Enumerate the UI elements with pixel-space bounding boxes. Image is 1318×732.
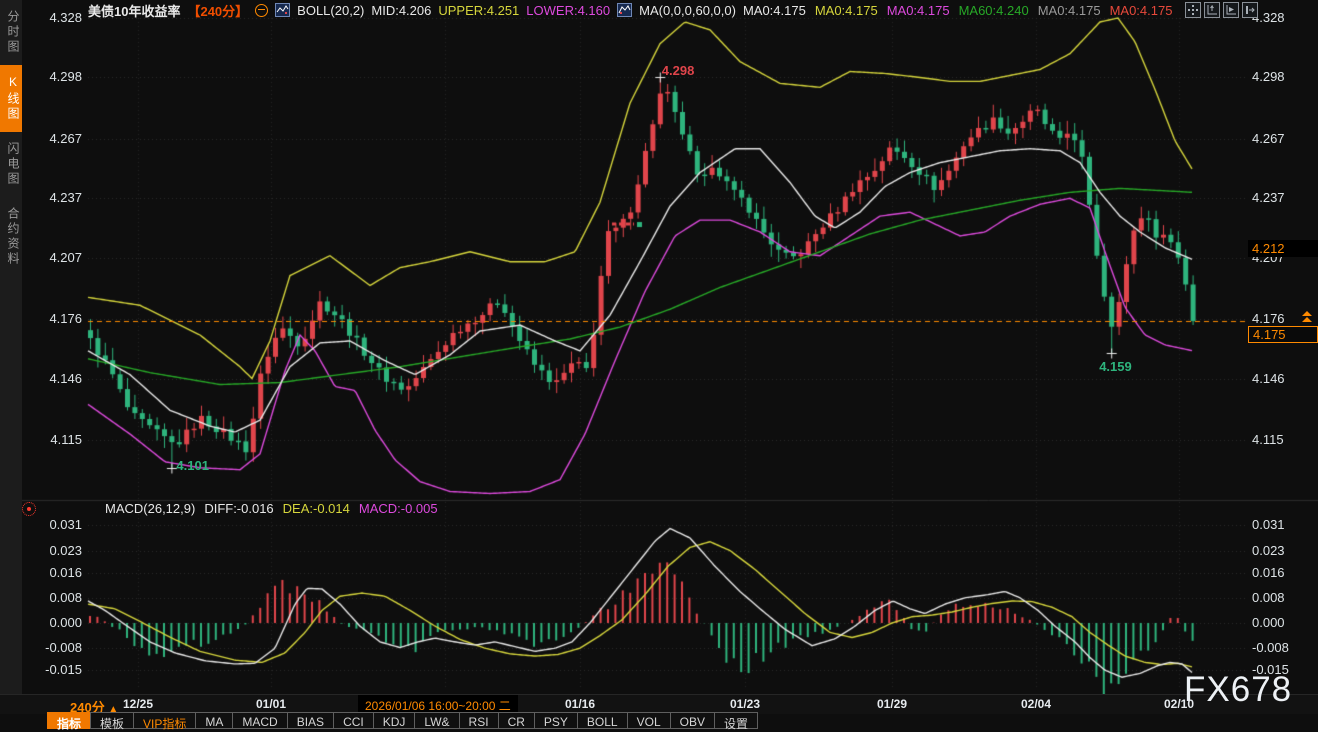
toolbar-item-MA[interactable]: MA: [195, 712, 233, 729]
date-tick: 01/23: [730, 697, 760, 711]
ma-chart-thumb-icon[interactable]: [617, 3, 632, 17]
price-tick-right: 4.237: [1252, 190, 1285, 205]
sidebar: 分时图K线图闪电图合约资料: [0, 0, 22, 694]
toolbar-item-PSY[interactable]: PSY: [534, 712, 578, 729]
boll-mid-value: MID:4.206: [371, 3, 431, 18]
toolbar-item-VOL[interactable]: VOL: [627, 712, 671, 729]
sidebar-item-2[interactable]: 闪电图: [0, 132, 22, 197]
price-tick-right: 4.146: [1252, 371, 1285, 386]
cursor-price-tag: 4.212: [1248, 240, 1318, 257]
boll-lower-value: LOWER:4.160: [526, 3, 610, 18]
swing-low-annotation: 4.159: [1099, 359, 1132, 374]
period-badge[interactable]: 【240分】: [187, 1, 248, 20]
macd-tick-right: 0.016: [1252, 565, 1285, 580]
macd-pane-marker-icon[interactable]: [22, 502, 36, 516]
macd-diff-value: DIFF:-0.016: [204, 501, 273, 516]
toolbar-item-VIP指标[interactable]: VIP指标: [133, 712, 196, 729]
time-axis-strip: 240分 ▲ 12/2501/0101/1601/2301/2902/0402/…: [0, 694, 1318, 714]
ma-params-label: MA(0,0,0,60,0,0): [639, 3, 736, 18]
price-alert-arrow-icon[interactable]: [1302, 311, 1312, 323]
sidebar-item-3[interactable]: 合约资料: [0, 197, 22, 277]
macd-tick-right: 0.008: [1252, 590, 1285, 605]
toolbar-item-模板[interactable]: 模板: [90, 712, 134, 729]
high-price-annotation: 4.298: [662, 63, 695, 78]
toolbar-item-指标[interactable]: 指标: [47, 712, 91, 729]
indicator-toolbar: 指标模板VIP指标MAMACDBIASCCIKDJLW&RSICRPSYBOLL…: [48, 712, 758, 732]
candlestick-chart-canvas[interactable]: [0, 0, 1318, 694]
macd-tick-right: 0.023: [1252, 543, 1285, 558]
ma-value-1: MA0:4.175: [815, 3, 878, 18]
toolbar-item-BOLL[interactable]: BOLL: [577, 712, 628, 729]
date-tick: 02/04: [1021, 697, 1051, 711]
toolbar-settings-button[interactable]: 设置: [714, 712, 758, 729]
macd-header: MACD(26,12,9) DIFF:-0.016 DEA:-0.014 MAC…: [105, 501, 438, 516]
toolbar-item-OBV[interactable]: OBV: [670, 712, 715, 729]
ma-values: MA0:4.175 MA0:4.175 MA0:4.175 MA60:4.240 MA0…: [743, 3, 1172, 18]
macd-macd-value: MACD:-0.005: [359, 501, 438, 516]
toolbar-item-CCI[interactable]: CCI: [333, 712, 374, 729]
toolbar-item-CR[interactable]: CR: [498, 712, 535, 729]
macd-tick-right: -0.008: [1252, 640, 1289, 655]
pane-shift-icon[interactable]: [1242, 2, 1258, 18]
sidebar-item-0[interactable]: 分时图: [0, 0, 22, 65]
ma-value-2: MA0:4.175: [887, 3, 950, 18]
toolbar-item-LW&[interactable]: LW&: [414, 712, 459, 729]
last-price-tag: 4.175: [1248, 326, 1318, 343]
move-icon[interactable]: [1185, 2, 1201, 18]
date-tick: 01/16: [565, 697, 595, 711]
ma-value-5: MA0:4.175: [1110, 3, 1173, 18]
window-controls: [1185, 2, 1258, 18]
toolbar-item-MACD[interactable]: MACD: [232, 712, 287, 729]
toolbar-item-BIAS[interactable]: BIAS: [287, 712, 334, 729]
macd-dea-value: DEA:-0.014: [283, 501, 350, 516]
app-root: 分时图K线图闪电图合约资料 美债10年收益率 【240分】 BOLL(20,2)…: [0, 0, 1318, 732]
price-tick-right: 4.298: [1252, 69, 1285, 84]
toolbar-item-RSI[interactable]: RSI: [459, 712, 499, 729]
axis-play-icon[interactable]: [1223, 2, 1239, 18]
macd-tick-right: 0.031: [1252, 517, 1285, 532]
chart-header: 美债10年收益率 【240分】 BOLL(20,2) MID:4.206 UPP…: [88, 2, 1172, 18]
date-tick: 12/25: [123, 697, 153, 711]
sidebar-item-1[interactable]: K线图: [0, 65, 22, 132]
macd-tick-right: 0.000: [1252, 615, 1285, 630]
boll-upper-value: UPPER:4.251: [438, 3, 519, 18]
macd-params-label: MACD(26,12,9): [105, 501, 195, 516]
price-tick-right: 4.267: [1252, 131, 1285, 146]
price-tick-right: 4.176: [1252, 311, 1285, 326]
instrument-title: 美债10年收益率: [88, 1, 180, 20]
ma-value-4: MA0:4.175: [1038, 3, 1101, 18]
collapse-minus-icon[interactable]: [255, 4, 268, 17]
low-price-annotation: 4.101: [176, 458, 209, 473]
axis-zoom-icon[interactable]: [1204, 2, 1220, 18]
date-tick: 01/29: [877, 697, 907, 711]
date-tick: 01/01: [256, 697, 286, 711]
boll-chart-thumb-icon[interactable]: [275, 3, 290, 17]
ma-value-0: MA0:4.175: [743, 3, 806, 18]
watermark: FX678: [1184, 670, 1292, 710]
price-tick-right: 4.115: [1252, 432, 1284, 447]
ma-value-3: MA60:4.240: [959, 3, 1029, 18]
boll-label: BOLL(20,2): [297, 3, 364, 18]
toolbar-item-KDJ[interactable]: KDJ: [373, 712, 416, 729]
